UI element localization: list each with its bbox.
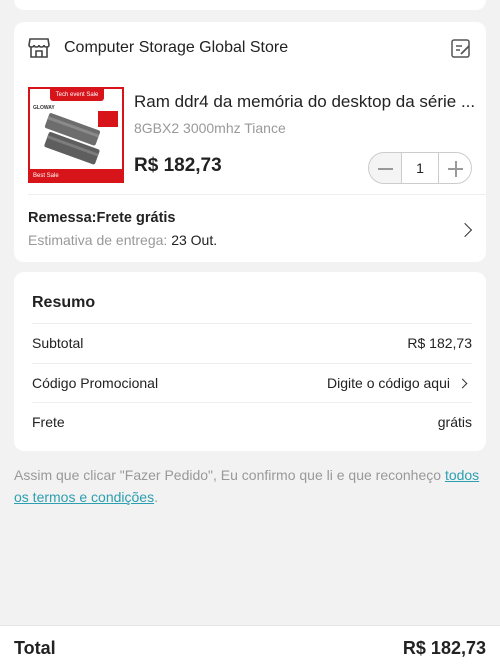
terms-notice: Assim que clicar "Fazer Pedido", Eu conf… [14, 464, 486, 508]
chevron-right-icon[interactable] [457, 222, 473, 238]
store-icon [28, 38, 50, 58]
shipping-title: Remessa:Frete grátis [28, 210, 176, 226]
increase-quantity-button[interactable] [438, 152, 472, 184]
store-name[interactable]: Computer Storage Global Store [64, 39, 288, 57]
subtotal-row: Subtotal R$ 182,73 [32, 324, 472, 363]
delivery-estimate: Estimativa de entrega: 23 Out. [28, 232, 217, 248]
promo-code-row[interactable]: Código Promocional Digite o código aqui [32, 364, 472, 403]
subtotal-value: R$ 182,73 [407, 335, 472, 351]
shipping-fee-row: Frete grátis [32, 403, 472, 442]
store-order-card: Computer Storage Global Store Tech event… [14, 22, 486, 262]
chevron-right-icon[interactable] [457, 378, 468, 389]
terms-text: Assim que clicar "Fazer Pedido", Eu conf… [14, 467, 445, 483]
total-label: Total [14, 638, 56, 658]
thumb-bottom-label: Best Sale [33, 173, 59, 179]
decrease-quantity-button[interactable] [368, 152, 402, 184]
store-header[interactable]: Computer Storage Global Store [14, 22, 486, 74]
terms-suffix: . [154, 489, 158, 505]
previous-card-edge [14, 0, 486, 10]
checkout-total-bar: Total R$ 182,73 [0, 625, 500, 671]
summary-title: Resumo [32, 294, 96, 311]
shipping-fee-value: grátis [437, 414, 472, 430]
quantity-value[interactable]: 1 [402, 152, 438, 184]
total-value: R$ 182,73 [402, 638, 486, 658]
delivery-estimate-date: 23 Out. [171, 232, 218, 248]
shipping-fee-label: Frete [32, 414, 65, 430]
product-price: R$ 182,73 [134, 155, 222, 176]
edit-note-icon[interactable] [450, 38, 472, 60]
product-title[interactable]: Ram ddr4 da memória do desktop da série … [134, 92, 474, 112]
product-thumbnail[interactable]: Tech event Sale GLOWAY Best Sale [28, 87, 124, 183]
promo-code-input[interactable]: Digite o código aqui [327, 375, 450, 391]
summary-card: Resumo Subtotal R$ 182,73 Código Promoci… [14, 272, 486, 451]
shipping-row[interactable]: Remessa:Frete grátis Estimativa de entre… [14, 194, 486, 262]
promo-code-label: Código Promocional [32, 375, 159, 391]
subtotal-label: Subtotal [32, 335, 84, 351]
delivery-estimate-label: Estimativa de entrega: [28, 232, 172, 248]
quantity-stepper: 1 [368, 152, 472, 184]
thumb-promo-tag [98, 111, 118, 127]
product-variant[interactable]: 8GBX2 3000mhz Tiance [134, 120, 286, 136]
